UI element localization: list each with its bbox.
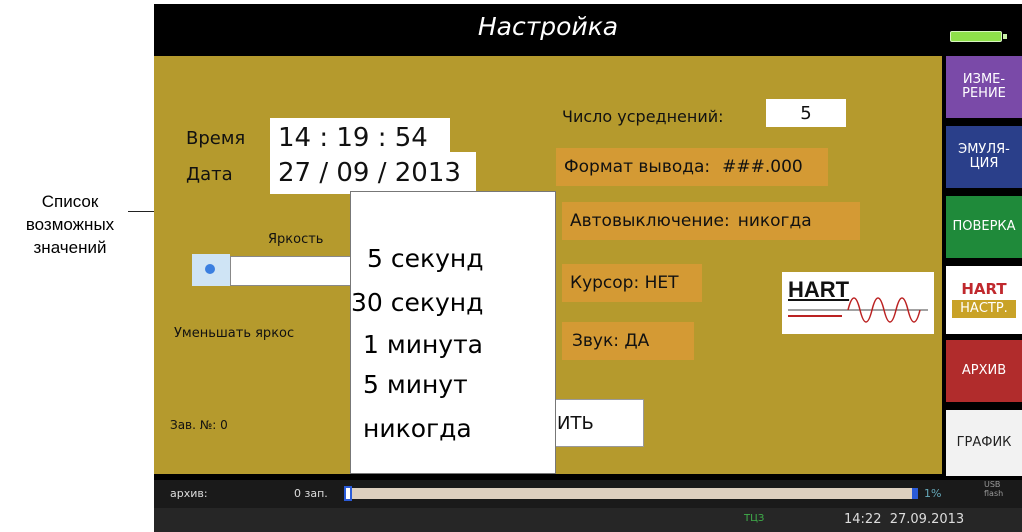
callout-line-3: значений: [33, 238, 107, 257]
output-format-value: ###.000: [722, 157, 803, 177]
autooff-value: никогда: [737, 211, 812, 231]
option-5-minutes[interactable]: 5 минут: [363, 370, 468, 399]
tab-hart-label: HART: [961, 280, 1007, 298]
save-button[interactable]: ИТЬ: [554, 399, 644, 447]
callout-label: Список возможных значений: [0, 190, 140, 259]
archive-progress-marker: [344, 486, 352, 501]
tab-emulation[interactable]: ЭМУЛЯ- ЦИЯ: [946, 126, 1022, 188]
battery-icon: [950, 31, 1007, 42]
dim-brightness-label: Уменьшать яркос: [174, 326, 295, 341]
archive-percent: 1%: [924, 487, 942, 500]
usb-flash-indicator: USB flash: [984, 480, 1004, 498]
date-field[interactable]: 27 / 09 / 2013: [270, 152, 476, 194]
tab-measurement[interactable]: ИЗМЕ- РЕНИЕ: [946, 56, 1022, 118]
tab-graph[interactable]: ГРАФИК: [946, 410, 1022, 476]
archive-progress-bar: [344, 488, 912, 499]
brightness-label: Яркость: [268, 232, 324, 247]
output-format-label: Формат вывода:: [564, 157, 711, 177]
option-5-seconds[interactable]: 5 секунд: [367, 244, 484, 273]
autooff-field[interactable]: Автовыключение: никогда: [562, 202, 860, 240]
tab-graph-label: ГРАФИК: [956, 435, 1012, 450]
callout-line-1: Список: [41, 192, 99, 211]
sound-field[interactable]: Звук: ДА: [562, 322, 694, 360]
tab-emulation-label: ЭМУЛЯ- ЦИЯ: [958, 142, 1010, 171]
time-label: Время: [186, 128, 246, 149]
brightness-slider[interactable]: [230, 256, 362, 286]
output-format-field[interactable]: Формат вывода: ###.000: [556, 148, 828, 186]
autooff-label: Автовыключение:: [570, 211, 730, 231]
device-screen: Настройка Время 14 : 19 : 54 Дата 27 / 0…: [154, 4, 1022, 532]
autooff-options-popup: 5 секунд 30 секунд 1 минута 5 минут нико…: [350, 191, 556, 474]
hart-logo: HART: [782, 272, 934, 334]
tab-archive[interactable]: АРХИВ: [946, 340, 1022, 402]
archive-progress-end: [912, 488, 918, 499]
option-never[interactable]: никогда: [363, 414, 472, 443]
averaging-label: Число усреднений:: [562, 107, 724, 126]
page-title: Настройка: [477, 12, 619, 41]
archive-label: архив:: [170, 487, 208, 500]
status-bar: архив: 0 зап. 1% USB flash ТЦЗ 14:22 27.…: [154, 480, 1022, 532]
tab-measurement-label: ИЗМЕ- РЕНИЕ: [962, 72, 1006, 101]
archive-records-count: 0 зап.: [294, 487, 328, 500]
option-1-minute[interactable]: 1 минута: [363, 330, 483, 359]
averaging-field[interactable]: 5: [766, 99, 846, 127]
callout-line-2: возможных: [25, 215, 115, 234]
tab-hart-sub-label: НАСТР.: [952, 300, 1016, 318]
hart-waveform-icon: [788, 297, 928, 323]
cursor-field[interactable]: Курсор: НЕТ: [562, 264, 702, 302]
status-row: ТЦЗ 14:22 27.09.2013: [154, 508, 1022, 532]
tab-archive-label: АРХИВ: [961, 363, 1007, 378]
brightness-icon: [192, 254, 230, 286]
tab-hart-settings[interactable]: HART НАСТР.: [946, 266, 1022, 334]
tab-verification-label: ПОВЕРКА: [952, 219, 1016, 234]
serial-number-label: Зав. №: 0: [170, 418, 228, 432]
option-30-seconds[interactable]: 30 секунд: [351, 288, 483, 317]
tab-verification[interactable]: ПОВЕРКА: [946, 196, 1022, 258]
tlz-indicator: ТЦЗ: [744, 513, 765, 524]
date-label: Дата: [186, 164, 233, 185]
clock: 14:22 27.09.2013: [844, 512, 965, 527]
title-bar: Настройка: [154, 4, 1022, 52]
